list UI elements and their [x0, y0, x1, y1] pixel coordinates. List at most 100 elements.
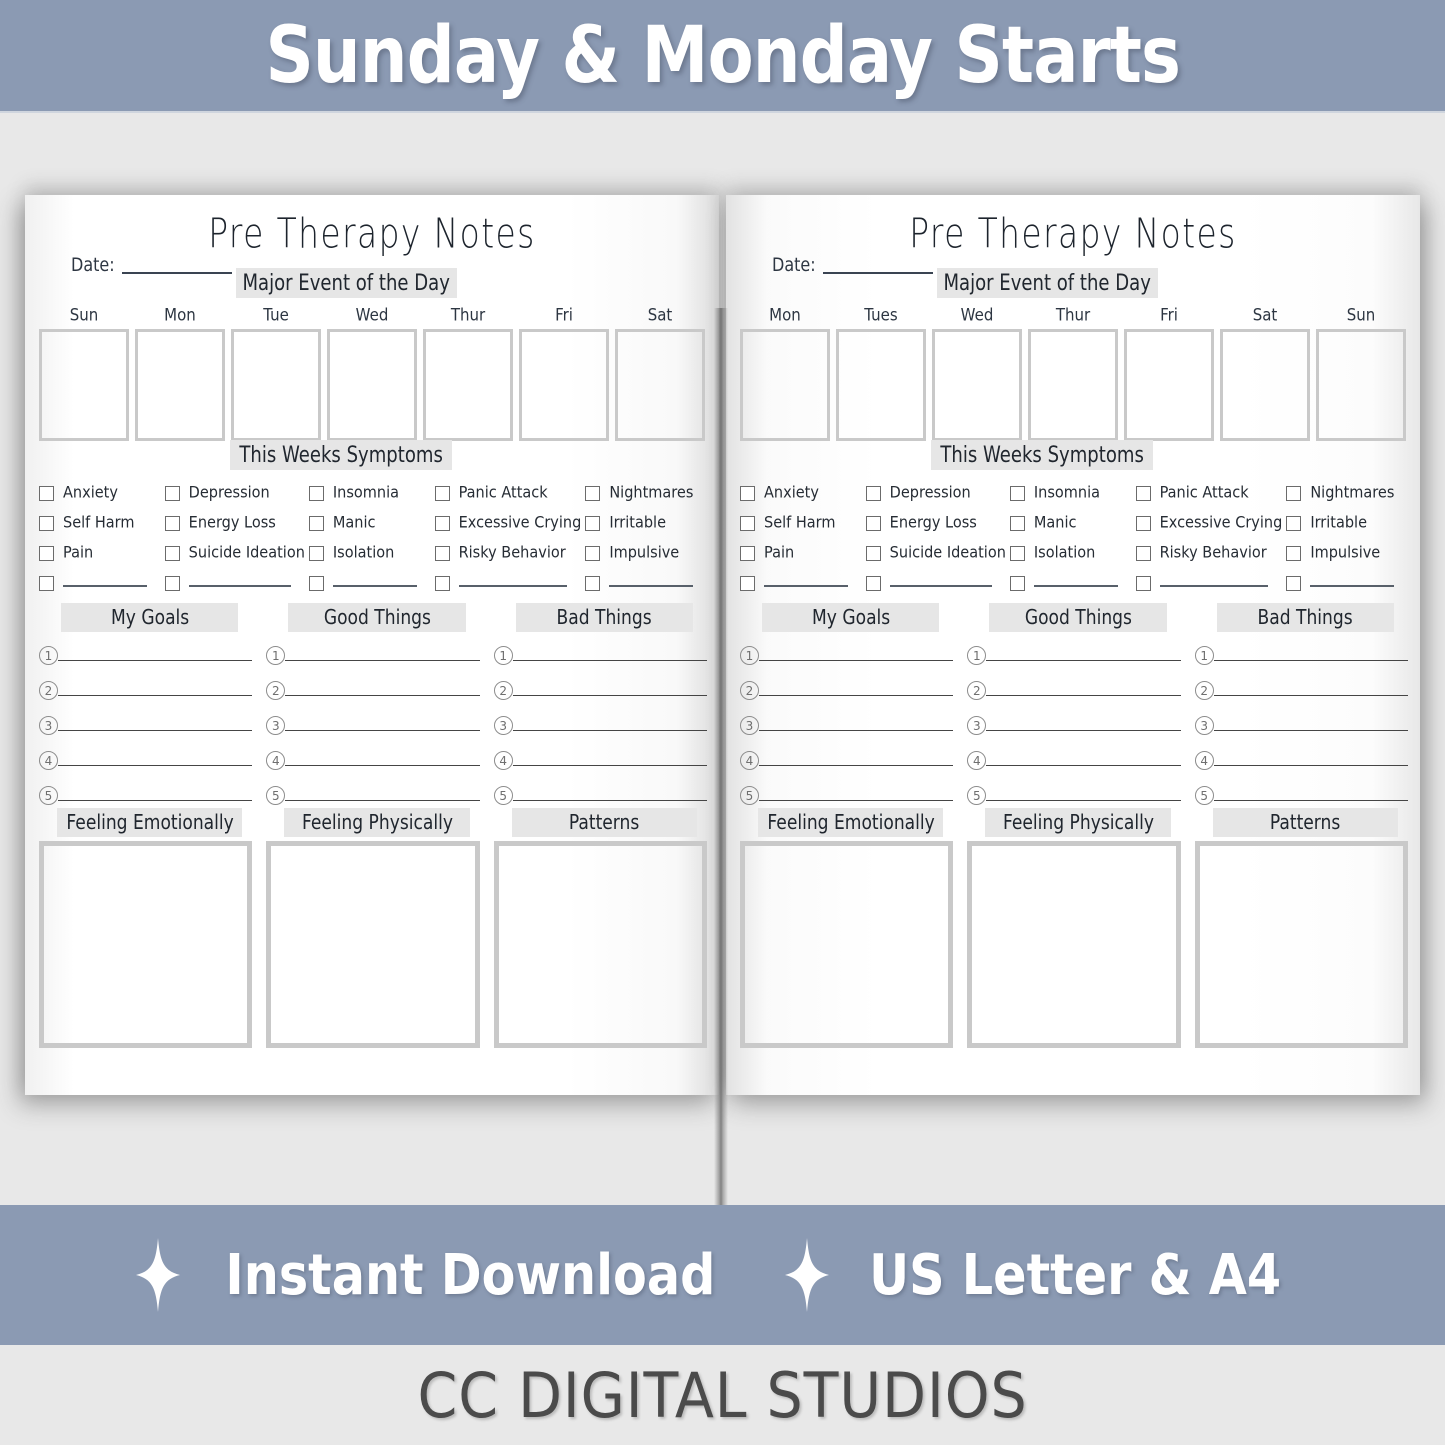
symptom-write-line[interactable]	[889, 584, 992, 587]
symptom-custom-item[interactable]	[1286, 568, 1408, 598]
symptom-item[interactable]: Irritable	[585, 508, 707, 538]
date-write-line[interactable]	[121, 271, 232, 274]
notes-entry-box[interactable]	[740, 841, 954, 1048]
list-item-write-line[interactable]	[512, 764, 707, 766]
symptom-item[interactable]: Suicide Ideation	[865, 538, 1006, 568]
list-item[interactable]: 4	[1194, 743, 1408, 778]
symptom-checkbox[interactable]	[39, 485, 54, 501]
list-item-write-line[interactable]	[986, 764, 1181, 766]
symptom-custom-item[interactable]	[1009, 568, 1132, 598]
symptom-custom-item[interactable]	[865, 568, 1006, 598]
date-write-line[interactable]	[822, 271, 933, 274]
day-entry-box[interactable]	[1220, 329, 1310, 441]
symptom-checkbox[interactable]	[740, 545, 755, 561]
symptom-item[interactable]: Depression	[164, 478, 305, 508]
list-item[interactable]: 4	[39, 743, 253, 778]
symptom-custom-item[interactable]	[585, 568, 707, 598]
day-entry-box[interactable]	[39, 329, 129, 441]
symptom-checkbox[interactable]	[1009, 515, 1025, 531]
symptom-checkbox[interactable]	[39, 545, 54, 561]
symptom-write-line[interactable]	[63, 584, 147, 587]
list-item[interactable]: 3	[266, 708, 480, 743]
symptom-write-line[interactable]	[458, 584, 568, 587]
notes-entry-box[interactable]	[39, 841, 253, 1048]
list-item-write-line[interactable]	[1213, 694, 1408, 696]
symptom-custom-item[interactable]	[39, 568, 161, 598]
symptom-checkbox[interactable]	[740, 515, 755, 531]
day-entry-box[interactable]	[135, 329, 225, 441]
symptom-checkbox[interactable]	[1135, 575, 1151, 591]
list-item[interactable]: 3	[740, 708, 954, 743]
list-item[interactable]: 3	[39, 708, 253, 743]
symptom-checkbox[interactable]	[434, 575, 450, 591]
symptom-custom-item[interactable]	[740, 568, 862, 598]
symptom-checkbox[interactable]	[39, 575, 54, 591]
list-item-write-line[interactable]	[759, 729, 954, 731]
list-item[interactable]: 1	[967, 638, 1181, 673]
list-item[interactable]: 1	[740, 638, 954, 673]
list-item[interactable]: 3	[493, 708, 707, 743]
notes-entry-box[interactable]	[967, 841, 1181, 1048]
list-item-write-line[interactable]	[986, 659, 1181, 661]
list-item-write-line[interactable]	[1213, 799, 1408, 801]
symptom-write-line[interactable]	[764, 584, 848, 587]
symptom-item[interactable]: Energy Loss	[865, 508, 1006, 538]
day-entry-box[interactable]	[1124, 329, 1214, 441]
list-item-write-line[interactable]	[759, 659, 954, 661]
day-entry-box[interactable]	[615, 329, 705, 441]
symptom-checkbox[interactable]	[865, 485, 881, 501]
list-item[interactable]: 1	[39, 638, 253, 673]
symptom-checkbox[interactable]	[865, 545, 881, 561]
symptom-checkbox[interactable]	[308, 515, 324, 531]
symptom-checkbox[interactable]	[164, 575, 180, 591]
symptom-item[interactable]: Nightmares	[585, 478, 707, 508]
symptom-item[interactable]: Risky Behavior	[1135, 538, 1283, 568]
day-entry-box[interactable]	[932, 329, 1022, 441]
symptom-checkbox[interactable]	[164, 485, 180, 501]
list-item[interactable]: 2	[1194, 673, 1408, 708]
list-item-write-line[interactable]	[986, 799, 1181, 801]
list-item[interactable]: 4	[740, 743, 954, 778]
symptom-item[interactable]: Panic Attack	[434, 478, 582, 508]
symptom-item[interactable]: Suicide Ideation	[164, 538, 305, 568]
symptom-checkbox[interactable]	[1286, 515, 1302, 531]
symptom-checkbox[interactable]	[308, 485, 324, 501]
symptom-item[interactable]: Manic	[308, 508, 431, 538]
symptom-checkbox[interactable]	[740, 485, 755, 501]
symptom-write-line[interactable]	[609, 584, 693, 587]
day-entry-box[interactable]	[519, 329, 609, 441]
symptom-item[interactable]: Insomnia	[308, 478, 431, 508]
list-item[interactable]: 1	[493, 638, 707, 673]
symptom-checkbox[interactable]	[164, 515, 180, 531]
list-item[interactable]: 1	[266, 638, 480, 673]
day-entry-box[interactable]	[231, 329, 321, 441]
symptom-checkbox[interactable]	[434, 545, 450, 561]
symptom-item[interactable]: Nightmares	[1286, 478, 1408, 508]
symptom-item[interactable]: Anxiety	[39, 478, 161, 508]
list-item-write-line[interactable]	[759, 764, 954, 766]
list-item-write-line[interactable]	[986, 694, 1181, 696]
symptom-write-line[interactable]	[1310, 584, 1394, 587]
day-entry-box[interactable]	[1028, 329, 1118, 441]
list-item-write-line[interactable]	[1213, 729, 1408, 731]
symptom-checkbox[interactable]	[865, 575, 881, 591]
symptom-item[interactable]: Irritable	[1286, 508, 1408, 538]
list-item-write-line[interactable]	[512, 729, 707, 731]
symptom-checkbox[interactable]	[740, 575, 755, 591]
list-item-write-line[interactable]	[58, 729, 253, 731]
list-item[interactable]: 2	[493, 673, 707, 708]
symptom-checkbox[interactable]	[308, 575, 324, 591]
symptom-checkbox[interactable]	[1286, 545, 1302, 561]
list-item-write-line[interactable]	[285, 764, 480, 766]
symptom-checkbox[interactable]	[164, 545, 180, 561]
symptom-checkbox[interactable]	[1009, 545, 1025, 561]
list-item-write-line[interactable]	[1213, 659, 1408, 661]
list-item-write-line[interactable]	[58, 659, 253, 661]
symptom-checkbox[interactable]	[585, 485, 601, 501]
date-field[interactable]: Date:	[772, 254, 933, 275]
symptom-item[interactable]: Self Harm	[740, 508, 862, 538]
symptom-checkbox[interactable]	[39, 515, 54, 531]
notes-entry-box[interactable]	[266, 841, 480, 1048]
list-item-write-line[interactable]	[58, 799, 253, 801]
list-item-write-line[interactable]	[58, 764, 253, 766]
